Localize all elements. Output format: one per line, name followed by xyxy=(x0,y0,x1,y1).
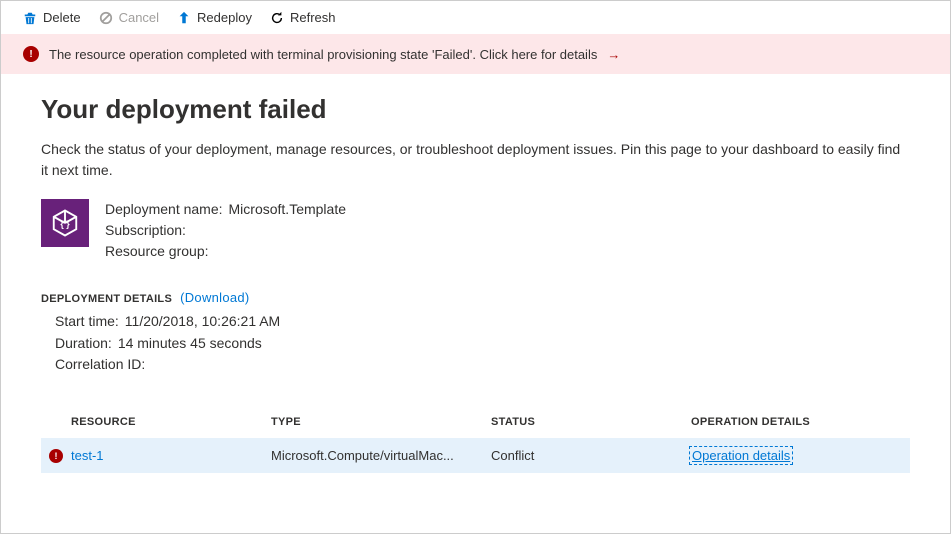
header-operation: OPERATION DETAILS xyxy=(691,416,910,428)
resource-type: Microsoft.Compute/virtualMac... xyxy=(271,448,491,463)
operation-details-link[interactable]: Operation details xyxy=(691,448,791,463)
arrow-right-icon: → xyxy=(607,47,620,62)
redeploy-icon xyxy=(177,11,191,25)
template-icon: { } xyxy=(41,199,89,247)
toolbar: Delete Cancel Redeploy Refresh xyxy=(1,1,950,34)
cancel-label: Cancel xyxy=(119,10,159,25)
redeploy-label: Redeploy xyxy=(197,10,252,25)
row-error-icon: ! xyxy=(49,449,63,463)
error-icon: ! xyxy=(23,46,39,62)
duration-value: 14 minutes 45 seconds xyxy=(118,333,262,355)
deployment-name-value: Microsoft.Template xyxy=(229,199,346,220)
delete-label: Delete xyxy=(43,10,81,25)
resource-group-label: Resource group: xyxy=(105,241,209,262)
resource-status: Conflict xyxy=(491,448,691,463)
deployment-summary: { } Deployment name: Microsoft.Template … xyxy=(41,199,910,262)
header-type: TYPE xyxy=(271,416,491,428)
subscription-label: Subscription: xyxy=(105,220,186,241)
page-title: Your deployment failed xyxy=(41,94,910,125)
refresh-button[interactable]: Refresh xyxy=(270,10,336,25)
start-time-value: 11/20/2018, 10:26:21 AM xyxy=(125,311,280,333)
header-resource: RESOURCE xyxy=(71,416,271,428)
start-time-label: Start time: xyxy=(55,311,119,333)
svg-text:{ }: { } xyxy=(60,219,70,229)
cancel-icon xyxy=(99,11,113,25)
correlation-id-label: Correlation ID: xyxy=(55,354,145,376)
trash-icon xyxy=(23,11,37,25)
table-row[interactable]: ! test-1 Microsoft.Compute/virtualMac...… xyxy=(41,438,910,473)
redeploy-button[interactable]: Redeploy xyxy=(177,10,252,25)
alert-text: The resource operation completed with te… xyxy=(49,47,597,62)
refresh-icon xyxy=(270,11,284,25)
refresh-label: Refresh xyxy=(290,10,336,25)
resource-link[interactable]: test-1 xyxy=(71,448,104,463)
download-link[interactable]: (Download) xyxy=(180,290,249,305)
deployment-details: Start time: 11/20/2018, 10:26:21 AM Dura… xyxy=(41,311,910,376)
error-alert[interactable]: ! The resource operation completed with … xyxy=(1,34,950,74)
summary-fields: Deployment name: Microsoft.Template Subs… xyxy=(105,199,346,262)
duration-label: Duration: xyxy=(55,333,112,355)
table-header: RESOURCE TYPE STATUS OPERATION DETAILS xyxy=(41,406,910,438)
deployment-details-header: DEPLOYMENT DETAILS (Download) xyxy=(41,290,910,305)
cancel-button: Cancel xyxy=(99,10,159,25)
delete-button[interactable]: Delete xyxy=(23,10,81,25)
content: Your deployment failed Check the status … xyxy=(1,74,950,473)
header-status: STATUS xyxy=(491,416,691,428)
page-subtitle: Check the status of your deployment, man… xyxy=(41,139,910,181)
details-label: DEPLOYMENT DETAILS xyxy=(41,293,172,305)
deployment-name-label: Deployment name: xyxy=(105,199,223,220)
